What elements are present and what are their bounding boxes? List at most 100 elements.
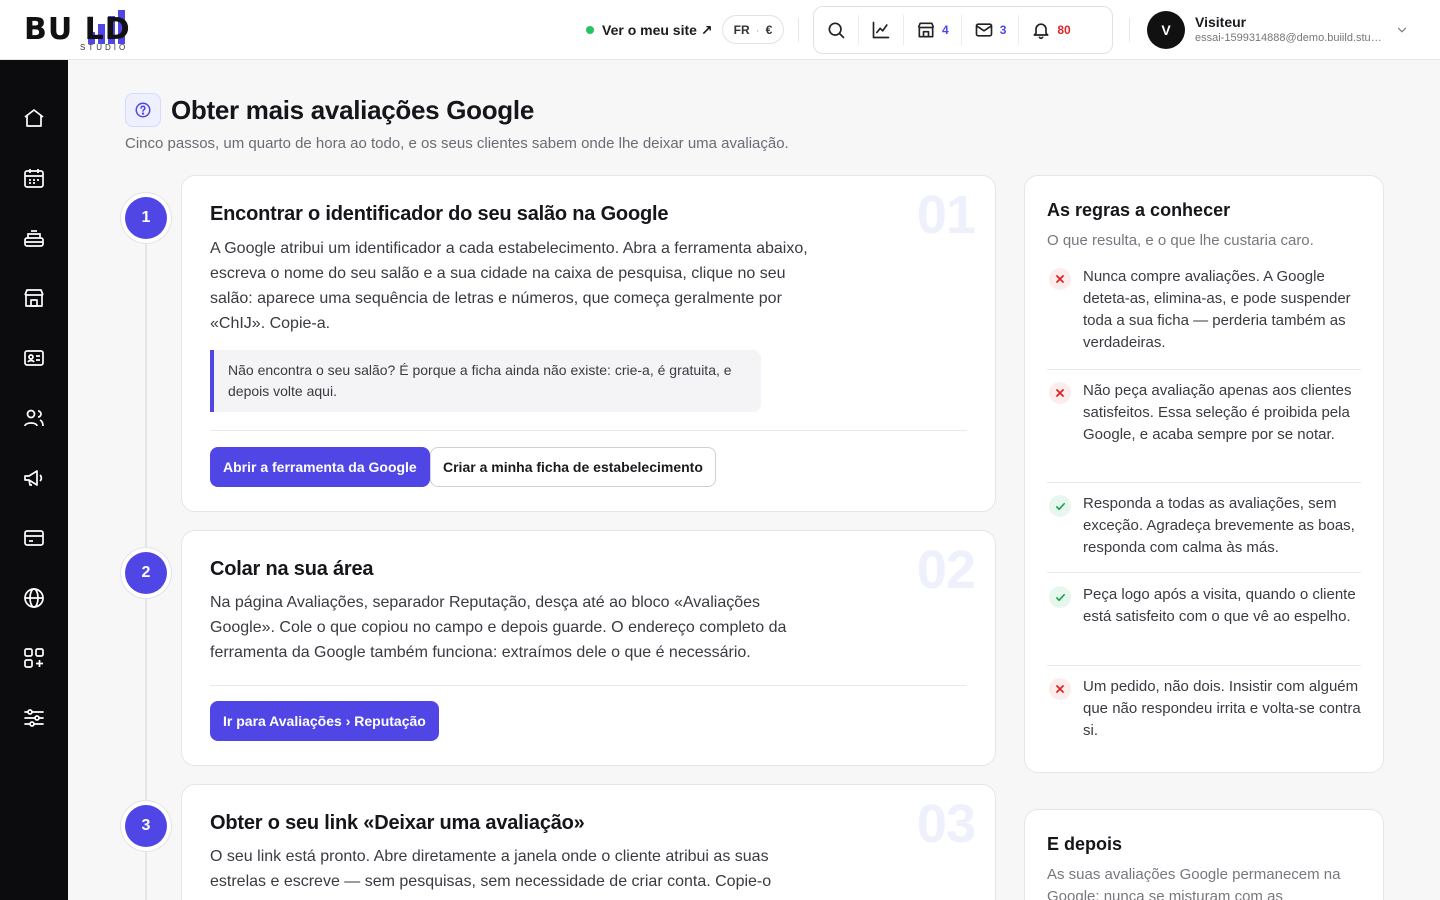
rule-text: Um pedido, não dois. Insistir com alguém… [1083, 678, 1361, 739]
panel-title: E depois [1047, 834, 1123, 854]
divider [798, 18, 799, 42]
step-number: 1 [125, 197, 167, 239]
cross-icon [1049, 268, 1071, 290]
rule-text: Responda a todas as avaliações, sem exce… [1083, 495, 1355, 556]
sidebar-item-apps[interactable] [22, 646, 46, 670]
search-icon [828, 22, 845, 39]
sidebar-item-store[interactable] [22, 286, 46, 310]
top-bar: BU LD STUDIO Ver o meu site ↗ FR · € 4 3… [0, 0, 1440, 60]
step-note: Não encontra o seu salão? É porque a fic… [210, 350, 761, 412]
mail-icon [975, 23, 993, 37]
search-button[interactable] [814, 15, 859, 45]
step-card: 02 Colar na sua área Na página Avaliaçõe… [181, 530, 996, 766]
cash-register-icon [24, 230, 44, 247]
messages-count: 3 [999, 23, 1007, 37]
step-description: Na página Avaliações, separador Reputaçã… [210, 594, 787, 661]
go-to-reputation-button[interactable]: Ir para Avaliações › Reputação [210, 701, 439, 741]
rules-panel: As regras a conhecer O que resulta, e o … [1024, 175, 1384, 773]
sidebar-item-payments[interactable] [22, 526, 46, 550]
stores-button[interactable]: 4 [904, 15, 962, 45]
divider [1129, 18, 1130, 42]
after-panel: E depois As suas avaliações Google perma… [1024, 809, 1384, 900]
rule-item: Responda a todas as avaliações, sem exce… [1047, 493, 1361, 573]
sidebar [0, 60, 68, 900]
separator-dot: · [755, 22, 760, 37]
apps-add-icon [24, 648, 44, 668]
step-description: O seu link está pronto. Abre diretamente… [210, 848, 772, 890]
sidebar-item-home[interactable] [22, 106, 46, 130]
user-email: essai-1599314888@demo.buiild.studio [1195, 32, 1385, 44]
divider [210, 685, 967, 686]
step-description: A Google atribui um identificador a cada… [210, 240, 808, 332]
rule-item: Nunca compre avaliações. A Google deteta… [1047, 266, 1361, 370]
check-icon [1049, 586, 1071, 608]
chart-line-icon [872, 21, 890, 39]
store-icon [917, 22, 935, 38]
chevron-down-icon [1397, 27, 1407, 33]
contact-card-icon [24, 350, 44, 366]
step-watermark-number: 01 [916, 185, 976, 245]
panel-title: As regras a conhecer [1047, 200, 1231, 220]
panel-subtitle: As suas avaliações Google permanecem na … [1047, 866, 1341, 900]
cross-icon [1049, 382, 1071, 404]
sidebar-item-settings[interactable] [22, 706, 46, 730]
megaphone-icon [24, 470, 43, 486]
view-site-link[interactable]: Ver o meu site ↗ [586, 19, 713, 41]
user-menu[interactable]: V Visiteur essai-1599314888@demo.buiild.… [1147, 11, 1417, 49]
step-number: 3 [125, 805, 167, 847]
home-icon [24, 109, 44, 127]
sidebar-item-register[interactable] [22, 226, 46, 250]
view-site-label: Ver o meu site ↗ [602, 21, 713, 38]
page-subtitle: Cinco passos, um quarto de hora ao todo,… [125, 135, 789, 152]
rule-item: Um pedido, não dois. Insistir com alguém… [1047, 676, 1361, 756]
user-name: Visiteur [1195, 14, 1247, 30]
rule-item: Não peça avaliação apenas aos clientes s… [1047, 380, 1361, 483]
notifications-button[interactable]: 80 [1019, 15, 1082, 45]
store-icon [24, 289, 44, 307]
step-watermark-number: 03 [916, 794, 976, 854]
step-title: Colar na sua área [210, 558, 374, 580]
sidebar-item-team[interactable] [22, 406, 46, 430]
rule-text: Não peça avaliação apenas aos clientes s… [1083, 382, 1352, 443]
sidebar-item-clients-card[interactable] [22, 346, 46, 370]
open-google-tool-button[interactable]: Abrir a ferramenta da Google [210, 447, 430, 487]
page-title: Obter mais avaliações Google [171, 95, 534, 125]
users-icon [24, 409, 44, 427]
logo-text: BU LD [24, 12, 131, 47]
stats-button[interactable] [859, 15, 904, 45]
sidebar-item-calendar[interactable] [22, 166, 46, 190]
rule-text: Peça logo após a visita, quando o client… [1083, 586, 1356, 625]
brand-logo[interactable]: BU LD STUDIO [24, 8, 184, 52]
sidebar-item-marketing[interactable] [22, 466, 46, 490]
globe-icon [24, 588, 44, 608]
bell-icon [1033, 23, 1049, 40]
online-status-dot [586, 26, 594, 34]
step-title: Obter o seu link «Deixar uma avaliação» [210, 812, 585, 834]
credit-card-icon [24, 530, 44, 546]
step-number: 2 [125, 552, 167, 594]
language-code: FR [733, 22, 750, 37]
notifications-count: 80 [1057, 23, 1071, 37]
avatar: V [1147, 11, 1185, 49]
rule-text: Nunca compre avaliações. A Google deteta… [1083, 268, 1351, 351]
user-info: Visiteur essai-1599314888@demo.buiild.st… [1195, 14, 1385, 46]
step-card: 01 Encontrar o identificador do seu salã… [181, 175, 996, 512]
language-currency-selector[interactable]: FR · € [722, 15, 784, 44]
panel-subtitle: O que resulta, e o que lhe custaria caro… [1047, 232, 1314, 249]
sidebar-item-website[interactable] [22, 586, 46, 610]
messages-button[interactable]: 3 [962, 15, 1020, 45]
question-circle-icon [135, 102, 151, 118]
logo-subtitle: STUDIO [80, 43, 129, 52]
step-title: Encontrar o identificador do seu salão n… [210, 203, 669, 225]
calendar-icon [24, 169, 44, 188]
stores-count: 4 [942, 23, 949, 37]
create-business-profile-button[interactable]: Criar a minha ficha de estabelecimento [430, 447, 716, 487]
currency-symbol: € [765, 22, 773, 37]
step-card: 03 Obter o seu link «Deixar uma avaliaçã… [181, 784, 996, 900]
sliders-icon [24, 709, 44, 727]
check-icon [1049, 495, 1071, 517]
help-badge [125, 93, 161, 127]
divider [210, 430, 967, 431]
step-watermark-number: 02 [916, 540, 976, 600]
toolbar-icon-group: 4 3 80 [813, 6, 1113, 54]
